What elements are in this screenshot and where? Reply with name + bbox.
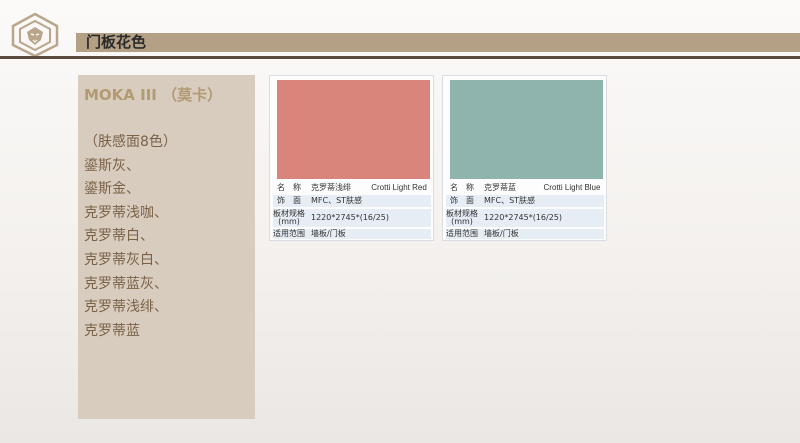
card-row-finish: 饰 面 MFC、ST肤感 — [273, 195, 431, 207]
spec-label: 板材规格 (mm) — [446, 209, 478, 226]
list-item: 克罗蒂蓝 — [84, 322, 140, 339]
card-row-spec: 板材规格 (mm) 1220*2745*(16/25) — [446, 209, 604, 227]
scope-value: 墙板/门板 — [311, 229, 346, 238]
card-row-finish: 饰 面 MFC、ST肤感 — [446, 195, 604, 207]
finish-value: MFC、ST肤感 — [484, 196, 536, 205]
finish-value: MFC、ST肤感 — [311, 196, 363, 205]
scope-label: 适用范围 — [273, 229, 305, 238]
list-item: 克罗蒂灰白、 — [84, 251, 168, 268]
card-row-spec: 板材规格 (mm) 1220*2745*(16/25) — [273, 209, 431, 227]
spec-value: 1220*2745*(16/25) — [484, 213, 563, 222]
list-item: 鎏斯灰、 — [84, 157, 140, 174]
header-divider — [0, 56, 800, 59]
scope-label: 适用范围 — [446, 229, 478, 238]
name-en: Crotti Light Blue — [543, 183, 601, 192]
name-label: 名 称 — [277, 183, 301, 192]
header-band — [76, 33, 800, 52]
page-title: 门板花色 — [86, 33, 147, 51]
finish-label: 饰 面 — [277, 196, 301, 205]
name-cn: 克罗蒂蓝 — [484, 183, 516, 192]
color-card: 名 称 克罗蒂浅绯 Crotti Light Red 饰 面 MFC、ST肤感 … — [269, 75, 434, 241]
list-item: 鎏斯金、 — [84, 181, 140, 198]
card-row-scope: 适用范围 墙板/门板 — [273, 229, 431, 239]
spec-label: 板材规格 (mm) — [273, 209, 305, 226]
color-swatch — [450, 80, 603, 179]
list-item: 克罗蒂蓝灰、 — [84, 275, 168, 292]
finish-label: 饰 面 — [450, 196, 474, 205]
series-heading: MOKA III （莫卡） — [84, 86, 223, 104]
card-row-scope: 适用范围 墙板/门板 — [446, 229, 604, 239]
color-list: （肤感面8色） 鎏斯灰、 鎏斯金、 克罗蒂浅咖、 克罗蒂白、 克罗蒂灰白、 克罗… — [84, 131, 177, 343]
card-row-name: 名 称 克罗蒂蓝 Crotti Light Blue — [446, 182, 604, 193]
card-row-name: 名 称 克罗蒂浅绯 Crotti Light Red — [273, 182, 431, 193]
spec-value: 1220*2745*(16/25) — [311, 213, 390, 222]
scope-value: 墙板/门板 — [484, 229, 519, 238]
list-item: （肤感面8色） — [84, 134, 177, 150]
name-label: 名 称 — [450, 183, 474, 192]
color-swatch — [277, 80, 430, 179]
name-en: Crotti Light Red — [371, 183, 427, 192]
name-cn: 克罗蒂浅绯 — [311, 183, 351, 192]
list-item: 克罗蒂浅咖、 — [84, 204, 168, 221]
list-item: 克罗蒂浅绯、 — [84, 299, 168, 316]
lion-logo-icon — [11, 12, 59, 58]
color-card: 名 称 克罗蒂蓝 Crotti Light Blue 饰 面 MFC、ST肤感 … — [442, 75, 607, 241]
list-item: 克罗蒂白、 — [84, 228, 154, 245]
